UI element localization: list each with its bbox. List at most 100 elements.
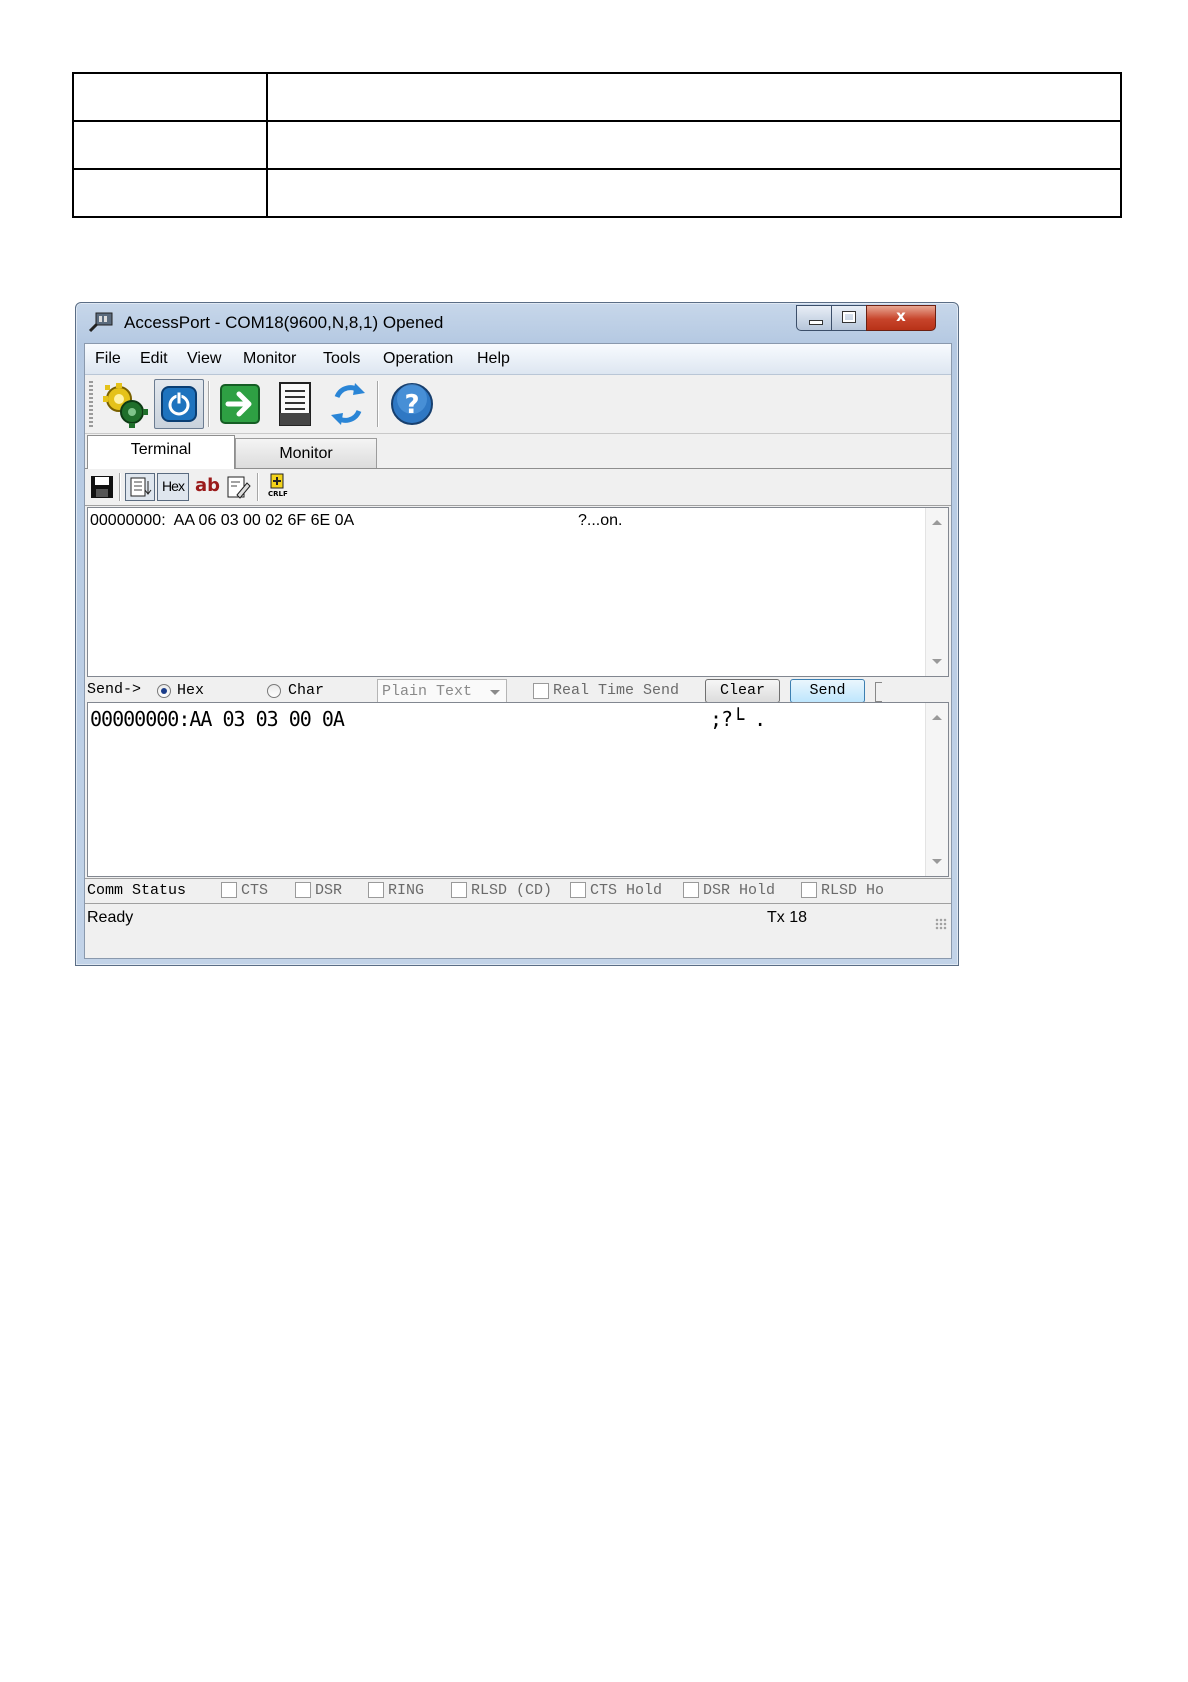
table-row: [72, 168, 1122, 218]
rlsd-hold-label: RLSD Ho: [821, 882, 885, 899]
transmit-hex-line: 00000000:AA 03 03 00 0A: [90, 707, 345, 731]
rlsd-hold-checkbox: [801, 882, 817, 898]
table-cell: [72, 72, 268, 122]
title-bar[interactable]: AccessPort - COM18(9600,N,8,1) Opened x: [76, 303, 958, 343]
menu-help[interactable]: Help: [477, 350, 510, 368]
realtime-send-checkbox[interactable]: [533, 683, 549, 699]
receive-scrollbar[interactable]: [925, 508, 948, 676]
scroll-up-icon[interactable]: [932, 715, 942, 720]
toolbar-separator: [208, 381, 209, 427]
terminal-toolbar: Hex ab CRLF: [85, 469, 951, 506]
window-title: AccessPort - COM18(9600,N,8,1) Opened: [124, 313, 444, 332]
hex-display-button[interactable]: Hex: [157, 473, 189, 501]
dsr-label: DSR: [315, 882, 343, 899]
dsr-hold-checkbox: [683, 882, 699, 898]
hex-radio[interactable]: [157, 684, 171, 698]
client-area: File Edit View Monitor Tools Operation H…: [84, 343, 952, 959]
table-row: [72, 72, 1122, 122]
send-bar: Send-> Hex Char Plain Text Real Time Sen…: [85, 678, 951, 703]
receive-ascii-line: ?...on.: [578, 512, 623, 529]
cts-label: CTS: [241, 882, 269, 899]
auto-scroll-button[interactable]: [125, 473, 155, 501]
svg-text:?: ?: [404, 390, 419, 420]
ascii-display-button[interactable]: ab: [195, 475, 220, 503]
ring-label: RING: [388, 882, 425, 899]
help-icon[interactable]: ?: [387, 379, 437, 429]
serial-port-app-icon: [88, 312, 113, 333]
table-cell: [266, 120, 1122, 170]
cts-checkbox: [221, 882, 237, 898]
document-icon[interactable]: [270, 379, 320, 429]
status-bar: Ready Tx 18: [85, 904, 951, 934]
table-cell: [266, 168, 1122, 218]
edit-page-icon[interactable]: [225, 473, 251, 501]
menu-view[interactable]: View: [187, 350, 221, 368]
close-button[interactable]: x: [866, 305, 936, 331]
hex-radio-label: Hex: [177, 682, 205, 699]
chevron-down-icon: [490, 690, 500, 695]
transmit-scrollbar[interactable]: [925, 703, 948, 876]
save-icon[interactable]: [89, 473, 115, 501]
minimize-icon: [809, 320, 823, 325]
rlsd-checkbox: [451, 882, 467, 898]
tab-strip: Terminal Monitor: [85, 434, 951, 469]
format-select[interactable]: Plain Text: [377, 679, 507, 703]
receive-pane[interactable]: 00000000: AA 06 03 00 02 6F 6E 0A ?...on…: [87, 507, 949, 677]
send-button[interactable]: Send: [790, 679, 865, 703]
scroll-up-icon[interactable]: [932, 520, 942, 525]
toolbar-separator: [377, 381, 378, 427]
scroll-down-icon[interactable]: [932, 659, 942, 664]
cts-hold-label: CTS Hold: [590, 882, 663, 899]
receive-hex-line: 00000000: AA 06 03 00 02 6F 6E 0A: [90, 512, 355, 529]
menu-edit[interactable]: Edit: [140, 350, 168, 368]
char-radio-label: Char: [288, 682, 325, 699]
char-radio[interactable]: [267, 684, 281, 698]
page-scroll-icon: [130, 477, 152, 497]
maximize-button[interactable]: [831, 305, 867, 331]
dsr-hold-label: DSR Hold: [703, 882, 776, 899]
clear-button[interactable]: Clear: [705, 679, 780, 703]
menu-monitor[interactable]: Monitor: [243, 350, 296, 368]
table-cell: [266, 72, 1122, 122]
table-cell: [72, 168, 268, 218]
dsr-checkbox: [295, 882, 311, 898]
resize-grip[interactable]: [935, 918, 947, 930]
accessport-window: AccessPort - COM18(9600,N,8,1) Opened x …: [75, 302, 959, 966]
connect-toggle-button[interactable]: [154, 379, 204, 429]
rlsd-label: RLSD (CD): [471, 882, 553, 899]
comm-status-label: Comm Status: [87, 882, 187, 899]
scroll-down-icon[interactable]: [932, 859, 942, 864]
refresh-icon[interactable]: [323, 379, 373, 429]
realtime-send-label: Real Time Send: [553, 682, 680, 699]
toolbar-grip[interactable]: [89, 381, 93, 427]
go-arrow-icon[interactable]: [215, 379, 265, 429]
menu-operation[interactable]: Operation: [383, 350, 453, 368]
main-toolbar: ?: [85, 375, 951, 434]
close-icon: x: [896, 307, 906, 325]
ring-checkbox: [368, 882, 384, 898]
menu-tools[interactable]: Tools: [323, 350, 360, 368]
tab-terminal[interactable]: Terminal: [87, 435, 235, 469]
menu-bar: File Edit View Monitor Tools Operation H…: [85, 344, 951, 375]
power-icon: [161, 386, 197, 422]
maximize-icon: [842, 311, 856, 323]
table-cell: [72, 120, 268, 170]
cut-off-control: [875, 682, 882, 702]
transmit-pane[interactable]: 00000000:AA 03 03 00 0A ;?└ .: [87, 702, 949, 877]
format-select-value: Plain Text: [382, 683, 473, 700]
toolbar-separator: [257, 473, 258, 501]
toolbar-separator: [119, 473, 120, 501]
crlf-plus-icon: [270, 473, 284, 489]
send-label: Send->: [87, 681, 142, 698]
minimize-button[interactable]: [796, 305, 832, 331]
settings-gears-icon[interactable]: [99, 379, 149, 429]
crlf-button[interactable]: CRLF: [263, 473, 291, 501]
transmit-ascii-line: ;?└ .: [710, 707, 766, 731]
status-tx-count: Tx 18: [767, 909, 808, 926]
table-row: [72, 120, 1122, 170]
tab-monitor[interactable]: Monitor: [235, 438, 377, 468]
comm-status-bar: Comm Status CTS DSR RING RLSD (CD) CTS H…: [85, 878, 951, 904]
menu-file[interactable]: File: [95, 350, 121, 368]
crlf-label: CRLF: [268, 490, 288, 498]
cts-hold-checkbox: [570, 882, 586, 898]
